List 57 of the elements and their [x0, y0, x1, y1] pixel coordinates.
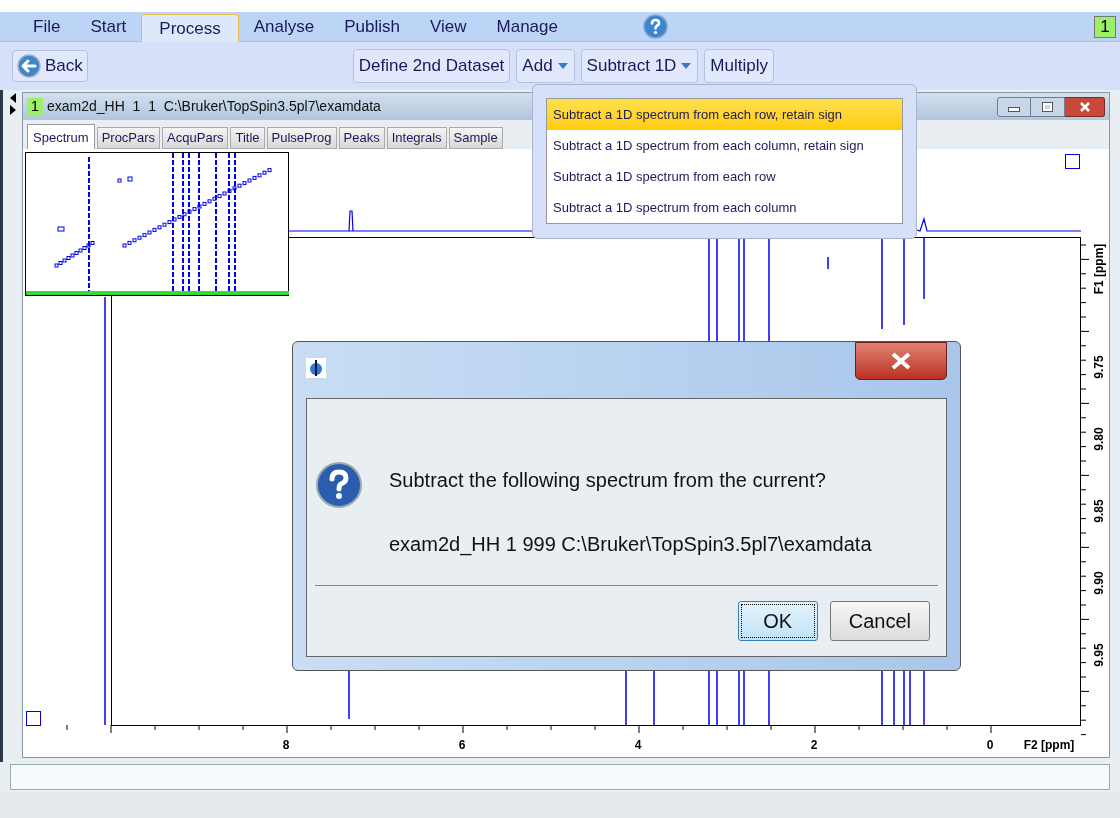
window-count-badge: 1 — [1094, 16, 1116, 38]
tab[interactable]: AcquPars — [162, 127, 229, 149]
x-axis-label: F2 [ppm] — [1023, 738, 1075, 752]
question-icon — [315, 461, 363, 509]
help-icon[interactable] — [642, 14, 668, 39]
toolbar-button[interactable]: Multiply — [704, 49, 774, 83]
toolbar-button[interactable]: Subtract 1D — [580, 49, 699, 83]
tab[interactable]: Title — [230, 127, 265, 149]
menu-tab[interactable]: File — [18, 13, 76, 41]
dialog-button[interactable]: OK — [737, 601, 818, 641]
menu-tab[interactable]: Publish — [329, 13, 415, 41]
menu-tab[interactable]: Manage — [481, 13, 573, 41]
x-tick-label: 6 — [458, 738, 466, 752]
dataset-number-badge: 1 — [27, 97, 43, 116]
menu-item[interactable]: Subtract a 1D spectrum from each row, retain sign — [547, 99, 902, 130]
minimize-button[interactable] — [997, 96, 1031, 117]
toolbar-button[interactable]: Add — [516, 49, 575, 83]
y-tick-label: 9.95 — [1092, 643, 1106, 667]
tab[interactable]: PulseProg — [266, 127, 337, 149]
y-tick-label: 9.90 — [1092, 571, 1106, 595]
collapse-arrows-icon[interactable] — [8, 92, 17, 116]
app-icon — [306, 358, 326, 378]
y-axis-label: F1 [ppm] — [1092, 243, 1106, 295]
caret-icon — [680, 62, 693, 70]
back-button[interactable]: Back — [12, 50, 88, 82]
menu-item[interactable]: Subtract a 1D spectrum from each column — [547, 192, 902, 223]
menu-item[interactable]: Subtract a 1D spectrum from each row — [547, 161, 902, 192]
corner-square-icon[interactable] — [26, 711, 41, 726]
y-tick-label: 9.75 — [1092, 355, 1106, 379]
x-tick-label: 0 — [986, 738, 994, 752]
maximize-button[interactable] — [1031, 96, 1065, 117]
dialog-button[interactable]: Cancel — [829, 601, 930, 641]
menu-item[interactable]: Subtract a 1D spectrum from each column, retain sign — [547, 130, 902, 161]
dialog-message: Subtract the following spectrum from the current? — [389, 468, 827, 493]
y-tick-label: 9.80 — [1092, 427, 1106, 451]
close-button[interactable] — [855, 342, 947, 380]
close-button[interactable] — [1065, 96, 1105, 117]
tab[interactable]: Spectrum — [27, 124, 95, 150]
x-tick-label: 4 — [634, 738, 642, 752]
menu-tab[interactable]: Start — [75, 13, 142, 41]
tab[interactable]: ProcPars — [96, 127, 161, 149]
toolbar-button[interactable]: Define 2nd Dataset — [352, 49, 511, 83]
close-icon — [1079, 101, 1090, 112]
dialog-detail: exam2d_HH 1 999 C:\Bruker\TopSpin3.5pl7\examdata — [389, 532, 872, 558]
x-tick-label: 2 — [810, 738, 818, 752]
tab[interactable]: Integrals — [386, 127, 447, 149]
caret-icon — [556, 62, 569, 70]
x-tick-label: 8 — [282, 738, 290, 752]
y-tick-label: 9.85 — [1092, 499, 1106, 523]
menu-tab[interactable]: Analyse — [238, 13, 330, 41]
menu-tab[interactable]: View — [415, 13, 482, 41]
close-icon — [890, 352, 912, 370]
tab[interactable]: Sample — [448, 127, 503, 149]
tab[interactable]: Peaks — [338, 127, 385, 149]
window-title: exam2d_HH 1 1 C:\Bruker\TopSpin3.5pl7\examdata — [47, 97, 381, 116]
corner-square-icon[interactable] — [1065, 154, 1080, 169]
menu-tab[interactable]: Process — [141, 14, 239, 42]
